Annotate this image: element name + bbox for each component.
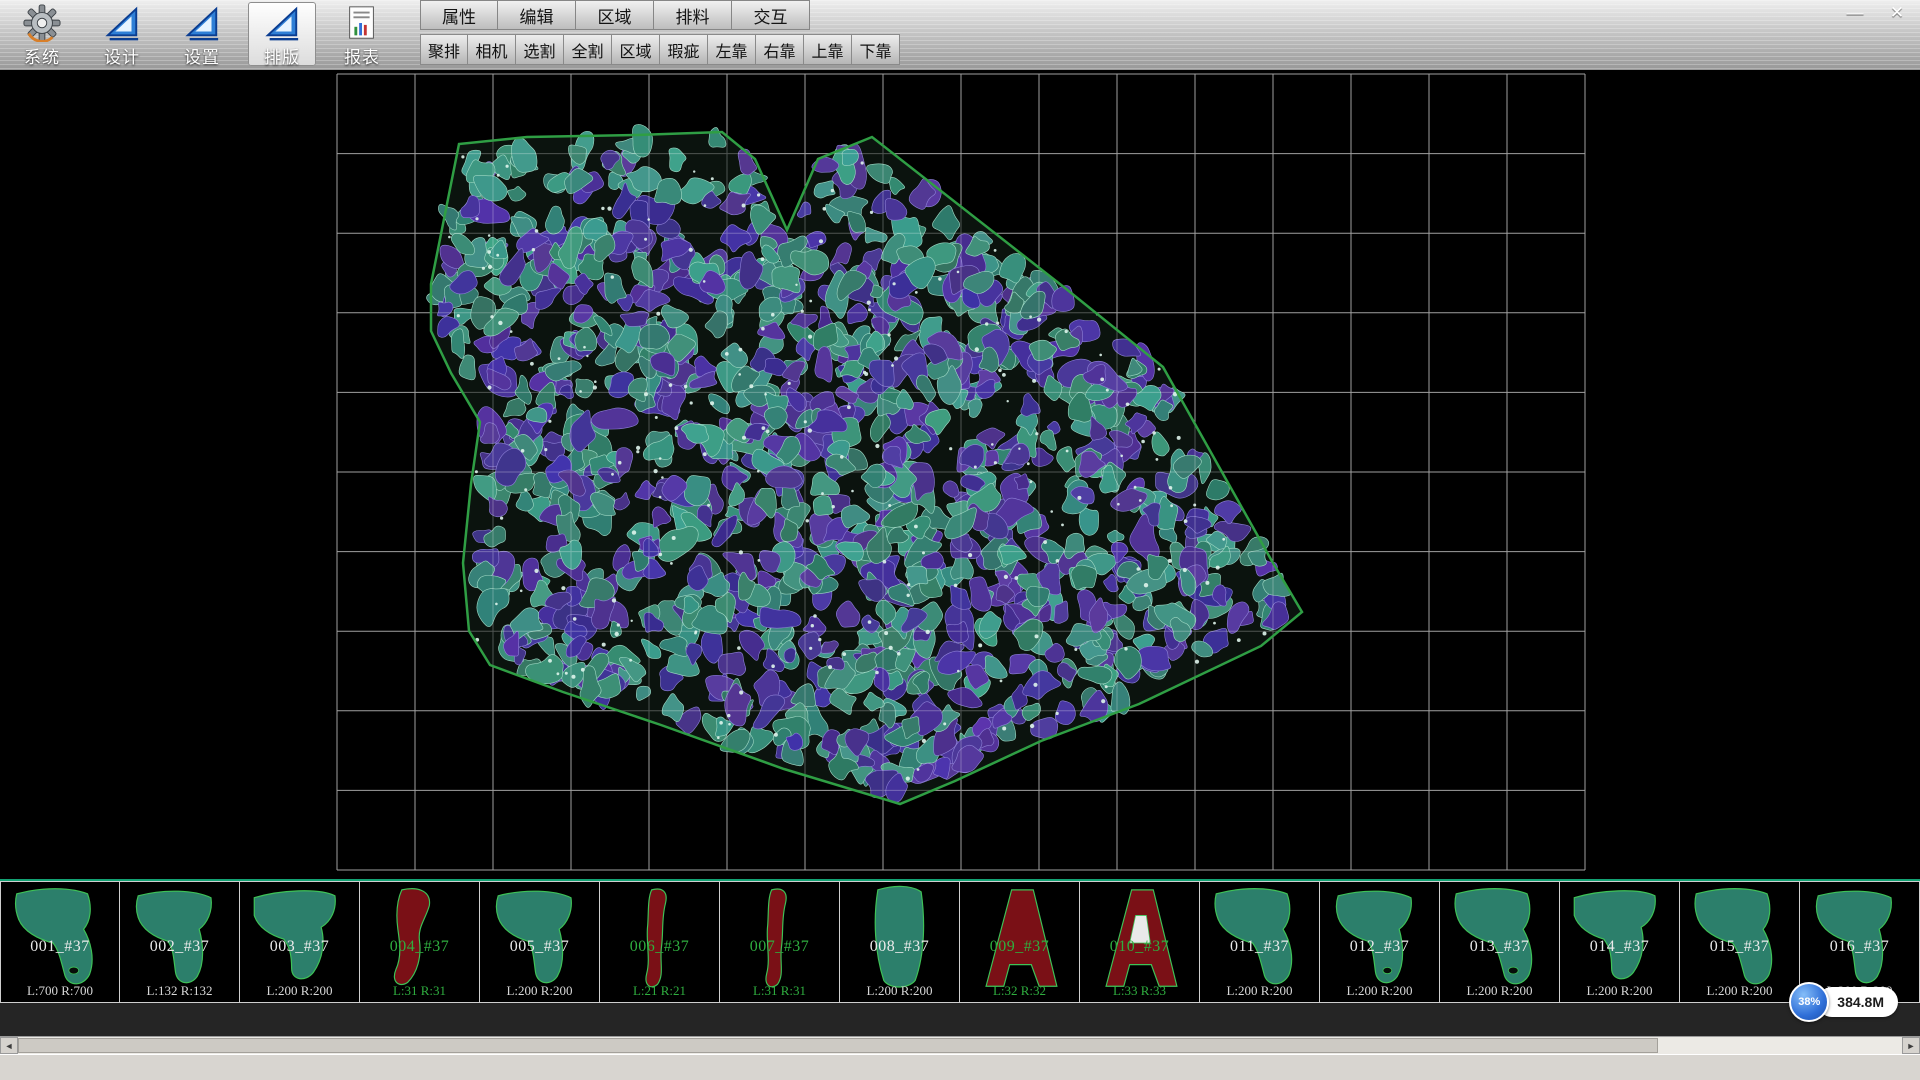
piece-counts: L:200 R:200 bbox=[840, 983, 959, 999]
thumbnail-003_#37[interactable]: 003_#37 L:200 R:200 bbox=[240, 881, 360, 1003]
piece-name: 014_#37 bbox=[1560, 938, 1679, 956]
piece-counts: L:200 R:200 bbox=[1440, 983, 1559, 999]
tool-button-camera[interactable]: 相机 bbox=[468, 34, 516, 65]
app-tab-label: 系统 bbox=[24, 43, 60, 68]
tool-button-cluster-nest[interactable]: 聚排 bbox=[420, 34, 468, 65]
piece-name: 008_#37 bbox=[840, 938, 959, 956]
window-controls: — ✕ bbox=[1842, 2, 1910, 24]
titlebar: 系统 设计 设置 排版 报表 属性编辑区域排料交互 聚排相机选割全割区域瑕疵左靠… bbox=[0, 0, 1920, 71]
piece-counts: L:700 R:700 bbox=[1, 983, 119, 999]
thumbnail-011_#37[interactable]: 011_#37 L:200 R:200 bbox=[1200, 881, 1320, 1003]
scroll-left-arrow[interactable]: ◄ bbox=[0, 1037, 18, 1054]
menu-area: 属性编辑区域排料交互 聚排相机选割全割区域瑕疵左靠右靠上靠下靠 bbox=[420, 0, 900, 65]
minimize-button[interactable]: — bbox=[1842, 2, 1868, 24]
horizontal-scrollbar[interactable]: ◄ ► bbox=[0, 1036, 1920, 1054]
app-tab-settings[interactable]: 设置 bbox=[168, 2, 236, 66]
piece-name: 006_#37 bbox=[600, 938, 719, 956]
canvas-area[interactable] bbox=[0, 70, 1920, 879]
tool-button-snap-right[interactable]: 右靠 bbox=[756, 34, 804, 65]
piece-counts: L:200 R:200 bbox=[240, 983, 359, 999]
piece-name: 004_#37 bbox=[360, 938, 479, 956]
thumbnail-001_#37[interactable]: 001_#37 L:700 R:700 bbox=[0, 881, 120, 1003]
piece-name: 012_#37 bbox=[1320, 938, 1439, 956]
thumbnail-002_#37[interactable]: 002_#37 L:132 R:132 bbox=[120, 881, 240, 1003]
scroll-right-arrow[interactable]: ► bbox=[1902, 1037, 1920, 1054]
tool-button-snap-up[interactable]: 上靠 bbox=[804, 34, 852, 65]
piece-name: 003_#37 bbox=[240, 938, 359, 956]
app-tab-layout[interactable]: 排版 bbox=[248, 2, 316, 66]
tool-button-defect[interactable]: 瑕疵 bbox=[660, 34, 708, 65]
tool-button-snap-left[interactable]: 左靠 bbox=[708, 34, 756, 65]
tool-button-bar: 聚排相机选割全割区域瑕疵左靠右靠上靠下靠 bbox=[420, 34, 900, 65]
thumbnail-009_#37[interactable]: 009_#37 L:32 R:32 bbox=[960, 881, 1080, 1003]
thumbnail-012_#37[interactable]: 012_#37 L:200 R:200 bbox=[1320, 881, 1440, 1003]
piece-counts: L:200 R:200 bbox=[1680, 983, 1799, 999]
piece-counts: L:132 R:132 bbox=[120, 983, 239, 999]
bottom-band bbox=[0, 1003, 1920, 1036]
piece-name: 011_#37 bbox=[1200, 938, 1319, 956]
piece-counts: L:33 R:33 bbox=[1080, 983, 1199, 999]
memory-amount-label: 384.8M bbox=[1817, 987, 1898, 1017]
piece-counts: L:32 R:32 bbox=[960, 983, 1079, 999]
app-tab-label: 排版 bbox=[264, 43, 300, 68]
thumbnail-010_#37[interactable]: 010_#37 L:33 R:33 bbox=[1080, 881, 1200, 1003]
close-button[interactable]: ✕ bbox=[1884, 2, 1910, 24]
app-tab-label: 报表 bbox=[344, 43, 380, 68]
menu-tab-bar: 属性编辑区域排料交互 bbox=[420, 0, 900, 30]
report-icon bbox=[343, 4, 381, 42]
menu-tab-region[interactable]: 区域 bbox=[576, 0, 654, 30]
status-bar bbox=[0, 1054, 1920, 1080]
piece-name: 005_#37 bbox=[480, 938, 599, 956]
piece-name: 010_#37 bbox=[1080, 938, 1199, 956]
piece-name: 009_#37 bbox=[960, 938, 1079, 956]
piece-name: 015_#37 bbox=[1680, 938, 1799, 956]
menu-tab-interact[interactable]: 交互 bbox=[732, 0, 810, 30]
piece-counts: L:200 R:200 bbox=[1200, 983, 1319, 999]
sail-icon bbox=[263, 4, 301, 42]
tool-button-cut-all[interactable]: 全割 bbox=[564, 34, 612, 65]
thumbnail-014_#37[interactable]: 014_#37 L:200 R:200 bbox=[1560, 881, 1680, 1003]
thumbnail-015_#37[interactable]: 015_#37 L:200 R:200 bbox=[1680, 881, 1800, 1003]
app-tab-system[interactable]: 系统 bbox=[8, 2, 76, 66]
menu-tab-nesting[interactable]: 排料 bbox=[654, 0, 732, 30]
piece-counts: L:21 R:21 bbox=[600, 983, 719, 999]
memory-usage-badge[interactable]: 38% 384.8M bbox=[1789, 982, 1898, 1022]
app-tab-label: 设置 bbox=[184, 43, 220, 68]
sail-icon bbox=[183, 4, 221, 42]
tool-button-snap-down[interactable]: 下靠 bbox=[852, 34, 900, 65]
piece-thumbnail-strip: 001_#37L:700 R:700002_#37L:132 R:132003_… bbox=[0, 879, 1920, 1003]
piece-counts: L:200 R:200 bbox=[1320, 983, 1439, 999]
thumbnail-005_#37[interactable]: 005_#37 L:200 R:200 bbox=[480, 881, 600, 1003]
piece-name: 013_#37 bbox=[1440, 938, 1559, 956]
menu-tab-edit[interactable]: 编辑 bbox=[498, 0, 576, 30]
app-tab-label: 设计 bbox=[104, 43, 140, 68]
app-window: 系统 设计 设置 排版 报表 属性编辑区域排料交互 聚排相机选割全割区域瑕疵左靠… bbox=[0, 0, 1920, 1080]
piece-counts: L:200 R:200 bbox=[480, 983, 599, 999]
piece-counts: L:31 R:31 bbox=[360, 983, 479, 999]
app-tab-report[interactable]: 报表 bbox=[328, 2, 396, 66]
piece-counts: L:200 R:200 bbox=[1560, 983, 1679, 999]
menu-tab-properties[interactable]: 属性 bbox=[420, 0, 498, 30]
thumbnail-004_#37[interactable]: 004_#37 L:31 R:31 bbox=[360, 881, 480, 1003]
piece-name: 001_#37 bbox=[1, 938, 119, 956]
thumbnail-006_#37[interactable]: 006_#37 L:21 R:21 bbox=[600, 881, 720, 1003]
thumbnail-007_#37[interactable]: 007_#37 L:31 R:31 bbox=[720, 881, 840, 1003]
gear-icon bbox=[23, 4, 61, 42]
sail-icon bbox=[103, 4, 141, 42]
thumbnail-008_#37[interactable]: 008_#37 L:200 R:200 bbox=[840, 881, 960, 1003]
piece-counts: L:31 R:31 bbox=[720, 983, 839, 999]
scrollbar-thumb[interactable] bbox=[18, 1038, 1658, 1053]
memory-percent-circle: 38% bbox=[1789, 982, 1829, 1022]
piece-name: 007_#37 bbox=[720, 938, 839, 956]
app-tab-bar: 系统 设计 设置 排版 报表 bbox=[8, 2, 396, 68]
thumbnail-013_#37[interactable]: 013_#37 L:200 R:200 bbox=[1440, 881, 1560, 1003]
piece-name: 016_#37 bbox=[1800, 938, 1919, 956]
tool-button-select-cut[interactable]: 选割 bbox=[516, 34, 564, 65]
nesting-canvas[interactable] bbox=[0, 70, 1920, 879]
piece-name: 002_#37 bbox=[120, 938, 239, 956]
tool-button-region[interactable]: 区域 bbox=[612, 34, 660, 65]
app-tab-design[interactable]: 设计 bbox=[88, 2, 156, 66]
